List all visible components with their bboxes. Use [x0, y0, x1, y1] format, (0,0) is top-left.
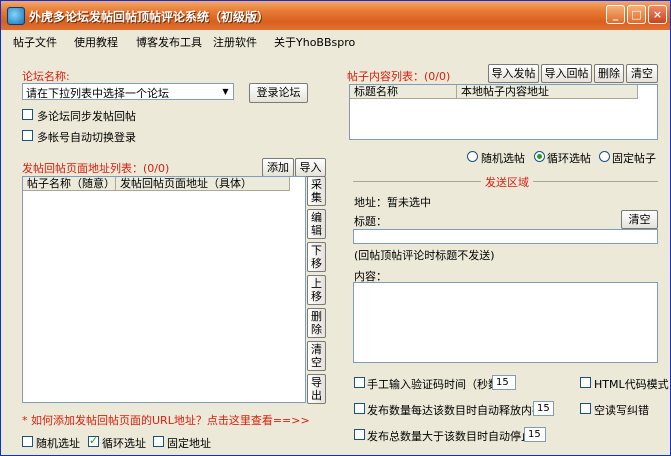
release-memory-checkbox[interactable]: [354, 403, 365, 414]
help-link[interactable]: * 如何添加发帖回帖页面的URL地址？点击这里查看==>>: [22, 412, 310, 428]
minimize-icon[interactable]: _: [606, 5, 625, 24]
loop-url-label: 循环选址: [102, 437, 146, 450]
stop-total-checkbox[interactable]: [354, 429, 365, 440]
html-mode-checkbox[interactable]: [580, 377, 591, 388]
add-url-button[interactable]: 添加: [262, 158, 294, 177]
send-area-title: 发送区域: [481, 174, 533, 190]
maximize-icon[interactable]: □: [627, 5, 646, 24]
url-col-address[interactable]: 发帖回帖页面地址（具体）: [116, 177, 290, 191]
loop-post-radio[interactable]: [534, 151, 545, 162]
window-title: 外虎多论坛发帖回帖顶帖评论系统（初级版）: [29, 10, 270, 24]
menu-about[interactable]: 关于YhoBBspro: [274, 34, 355, 50]
space-fix-checkbox[interactable]: [580, 403, 591, 414]
content-list-title: 帖子内容列表：: [347, 70, 424, 83]
captcha-seconds-input[interactable]: 15: [492, 375, 516, 390]
forum-select-value: 请在下拉列表中选择一个论坛: [26, 87, 169, 100]
content-col-path[interactable]: 本地帖子内容地址: [457, 85, 638, 99]
delete-url-button[interactable]: 删除: [307, 308, 326, 338]
menu-post-file[interactable]: 帖子文件: [13, 34, 57, 50]
title-input[interactable]: [353, 229, 658, 244]
delete-content-button[interactable]: 删除: [594, 64, 624, 83]
forum-select[interactable]: 请在下拉列表中选择一个论坛 ▼: [22, 83, 234, 100]
menu-register[interactable]: 注册软件: [213, 34, 257, 50]
clear-title-button[interactable]: 清空: [621, 210, 658, 229]
sync-reply-checkbox[interactable]: [22, 109, 33, 120]
release-memory-label: 发布数量每达该数目时自动释放内存: [367, 404, 543, 417]
collect-button[interactable]: 采集: [307, 176, 326, 206]
fixed-post-radio[interactable]: [599, 151, 610, 162]
random-url-checkbox[interactable]: [22, 436, 33, 447]
move-up-button[interactable]: 上移: [307, 275, 326, 305]
address-value: 暂未选中: [387, 196, 431, 209]
stop-total-label: 发布总数量大于该数目时自动停止: [367, 430, 532, 443]
stop-count-input[interactable]: 15: [524, 427, 546, 442]
menu-bar: 帖子文件 使用教程 博客发布工具 注册软件 关于YhoBBspro: [1, 30, 670, 50]
address-label: 地址：: [354, 196, 387, 209]
import-reply-button[interactable]: 导入回帖: [541, 64, 592, 83]
sync-reply-label: 多论坛同步发帖回帖: [37, 110, 136, 123]
content-list-label: 帖子内容列表：(0/0): [347, 68, 450, 84]
login-forum-button[interactable]: 登录论坛: [249, 83, 308, 103]
fixed-url-label: 固定地址: [167, 437, 211, 450]
edit-button[interactable]: 编辑: [307, 209, 326, 239]
move-down-button[interactable]: 下移: [307, 242, 326, 272]
content-textarea[interactable]: [353, 282, 658, 363]
clear-url-button[interactable]: 清空: [307, 341, 326, 371]
clear-content-button[interactable]: 清空: [626, 64, 658, 83]
export-url-button[interactable]: 导出: [307, 374, 326, 404]
content-col-title[interactable]: 标题名称: [350, 85, 457, 99]
loop-post-label: 循环选帖: [547, 152, 591, 165]
import-post-button[interactable]: 导入发帖: [488, 64, 539, 83]
main-window: 外虎多论坛发帖回帖顶帖评论系统（初级版） _ □ × 帖子文件 使用教程 博客发…: [0, 0, 671, 456]
url-list-count: (0/0): [143, 162, 170, 175]
url-list-table[interactable]: 帖子名称（随意） 发帖回帖页面地址（具体）: [22, 176, 306, 403]
fixed-url-checkbox[interactable]: [153, 436, 164, 447]
content-list-count: (0/0): [424, 70, 451, 83]
address-line: 地址：暂未选中: [354, 194, 431, 210]
release-count-input[interactable]: 15: [533, 401, 554, 416]
auto-switch-checkbox[interactable]: [22, 130, 33, 141]
captcha-manual-checkbox[interactable]: [354, 377, 365, 388]
menu-tutorial[interactable]: 使用教程: [74, 34, 118, 50]
space-fix-label: 空读写纠错: [594, 404, 649, 417]
url-list-label: 发帖回帖页面地址列表：(0/0): [22, 160, 169, 176]
url-list-title: 发帖回帖页面地址列表：: [22, 162, 143, 175]
captcha-manual-label: 手工输入验证码时间（秒数）: [367, 378, 510, 391]
random-post-radio[interactable]: [467, 151, 478, 162]
loop-url-checkbox[interactable]: [88, 434, 99, 447]
menu-blog-tool[interactable]: 博客发布工具: [136, 34, 202, 50]
forum-label: 论坛名称:: [22, 70, 70, 83]
random-url-label: 随机选址: [36, 437, 80, 450]
auto-switch-label: 多帐号自动切换登录: [37, 131, 136, 144]
title-bar: 外虎多论坛发帖回帖顶帖评论系统（初级版） _ □ ×: [1, 1, 670, 30]
close-icon[interactable]: ×: [648, 5, 667, 24]
app-icon: [7, 7, 25, 25]
import-url-button[interactable]: 导入: [295, 158, 326, 177]
title-hint: (回帖顶帖评论时标题不发送): [354, 249, 495, 262]
html-mode-label: HTML代码模式: [594, 378, 669, 391]
title-label: 标题：: [354, 215, 387, 228]
url-col-name[interactable]: 帖子名称（随意）: [23, 177, 116, 191]
random-post-label: 随机选帖: [481, 152, 525, 165]
content-list-table[interactable]: 标题名称 本地帖子内容地址: [349, 84, 658, 140]
fixed-post-label: 固定帖子: [612, 152, 656, 165]
chevron-down-icon[interactable]: ▼: [218, 84, 233, 99]
